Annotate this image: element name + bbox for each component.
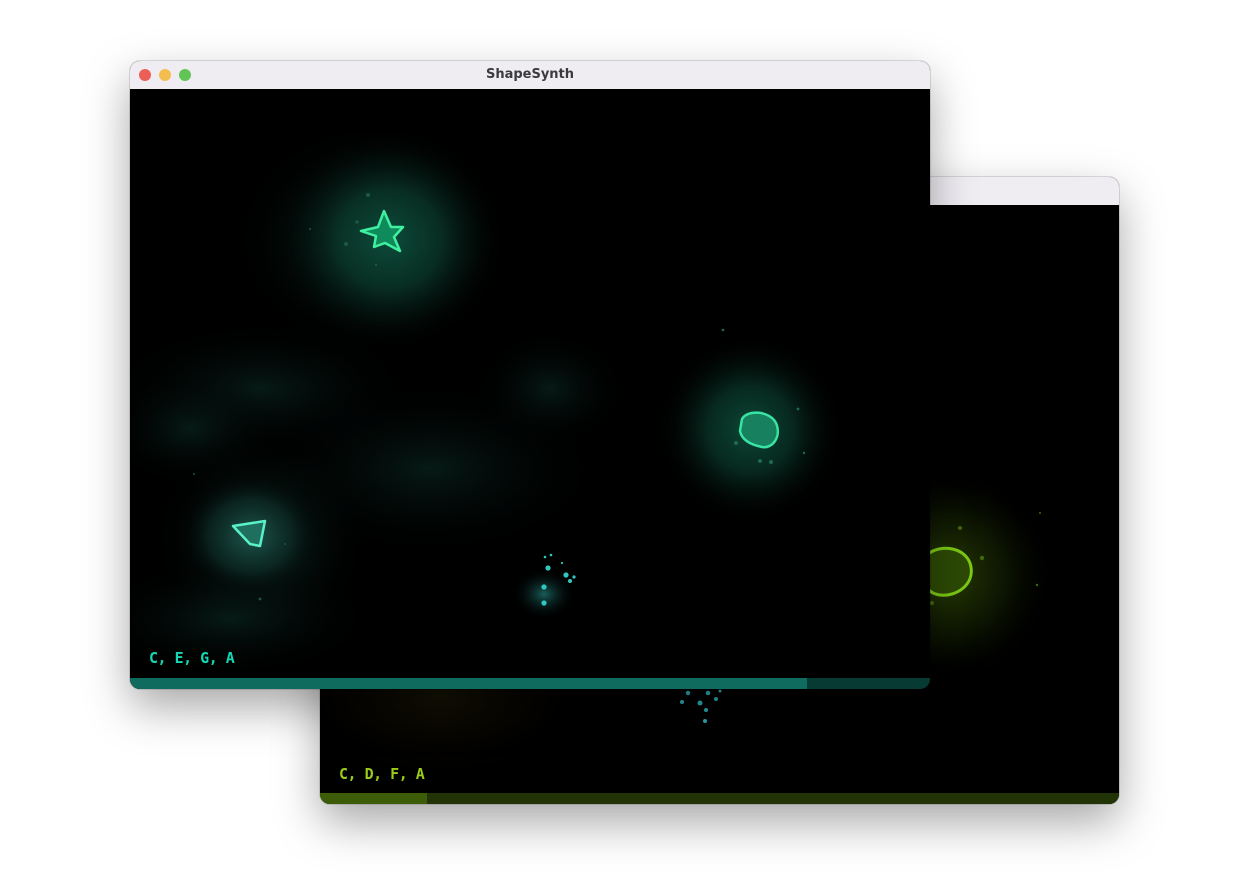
progress-bar[interactable] <box>130 678 930 689</box>
back-particle-cluster <box>680 689 722 723</box>
visualizer-canvas[interactable]: C, E, G, A <box>130 89 930 689</box>
back-progress-fill <box>320 793 428 804</box>
back-progress-bar[interactable] <box>320 793 1119 804</box>
main-window[interactable]: ShapeSynth C, E, G, A <box>130 61 930 689</box>
progress-fill <box>130 678 807 689</box>
back-chord-label: C, D, F, A <box>339 765 425 783</box>
main-window-titlebar[interactable]: ShapeSynth <box>130 61 930 90</box>
window-title: ShapeSynth <box>485 67 575 82</box>
visualizer-svg <box>130 119 845 679</box>
chord-label: C, E, G, A <box>149 649 235 667</box>
